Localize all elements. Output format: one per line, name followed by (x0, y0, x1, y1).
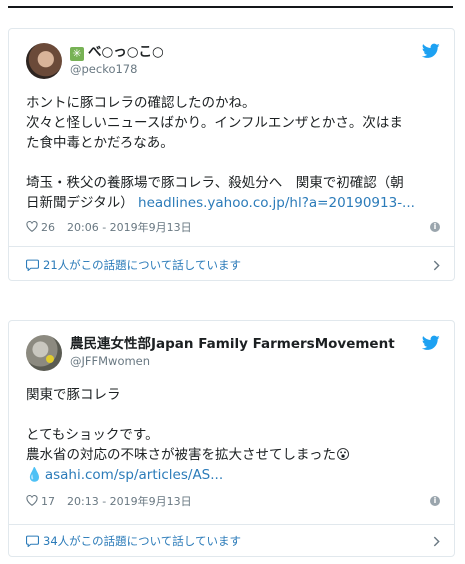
surprised-face-emoji: 😮 (335, 447, 351, 463)
top-rule (8, 6, 453, 8)
avatar[interactable] (26, 335, 62, 371)
author-handle[interactable]: @JFFMwomen (70, 353, 395, 369)
divider (9, 524, 454, 525)
tweet-line-with-emoji: 農水省の対応の不味さが被害を拡大させてしまった😮 (26, 445, 440, 465)
tweet-meta: 17 20:13 - 2019年9月13日 i (26, 494, 440, 510)
author-block[interactable]: 農民連女性部Japan Family FarmersMovement @JFFM… (70, 335, 395, 369)
article-link[interactable]: headlines.yahoo.co.jp/hl?a=20190913-... (138, 195, 415, 211)
avatar[interactable] (26, 43, 62, 79)
like-count[interactable]: 26 (41, 221, 55, 234)
author-name[interactable]: ✳ べ○っ○こ○ (70, 43, 164, 61)
author-name-text: べ○っ○こ○ (88, 44, 164, 60)
speech-bubble-icon (26, 259, 39, 271)
timestamp[interactable]: 20:06 - 2019年9月13日 (67, 221, 192, 234)
conversation-link[interactable]: 34人がこの話題について話しています (26, 532, 440, 550)
twitter-bird-icon[interactable] (422, 43, 440, 59)
heart-icon[interactable] (26, 495, 38, 506)
tweet-header: ✳ べ○っ○こ○ @pecko178 (26, 43, 440, 79)
tweet-line: とてもショックです。 (26, 427, 159, 443)
heart-icon[interactable] (26, 221, 38, 232)
conversation-text: 21人がこの話題について話しています (43, 258, 241, 272)
author-name[interactable]: 農民連女性部Japan Family FarmersMovement (70, 335, 395, 353)
tweet-line: 埼玉・秩父の養豚場で豚コレラ、殺処分へ 関東で初確認（朝 (26, 175, 404, 191)
conversation-text: 34人がこの話題について話しています (43, 534, 241, 548)
divider (9, 246, 454, 247)
tweet-line: た食中毒とかだろなあ。 (26, 135, 174, 151)
tweet-line: ホントに豚コレラの確認したのかね。 (26, 95, 256, 111)
tweet-line: 日新聞デジタル） (26, 195, 134, 211)
droplet-icon: 💧 (26, 467, 43, 483)
tweet-text: 関東で豚コレラ とてもショックです。 農水省の対応の不味さが被害を拡大させてしま… (26, 385, 440, 485)
chevron-right-icon (433, 260, 440, 271)
tweet-line (26, 405, 440, 425)
author-block[interactable]: ✳ べ○っ○こ○ @pecko178 (70, 43, 164, 77)
author-handle[interactable]: @pecko178 (70, 61, 164, 77)
chevron-right-icon (433, 536, 440, 547)
like-count[interactable]: 17 (41, 495, 55, 508)
tweet-line-with-link: 日新聞デジタル） headlines.yahoo.co.jp/hl?a=2019… (26, 193, 440, 213)
conversation-link[interactable]: 21人がこの話題について話しています (26, 256, 440, 274)
tweet-line: 次々と怪しいニュースばかり。インフルエンザとかさ。次はま (26, 115, 403, 131)
tweet-line (26, 153, 440, 173)
info-icon[interactable]: i (430, 222, 440, 232)
tweet-line: 関東で豚コレラ (26, 387, 121, 403)
info-icon[interactable]: i (430, 496, 440, 506)
sparkle-icon: ✳ (70, 47, 84, 61)
timestamp[interactable]: 20:13 - 2019年9月13日 (67, 495, 192, 508)
speech-bubble-icon (26, 535, 39, 547)
tweet-card[interactable]: 農民連女性部Japan Family FarmersMovement @JFFM… (8, 320, 455, 557)
article-link[interactable]: asahi.com/sp/articles/AS... (45, 467, 223, 483)
tweet-line: 農水省の対応の不味さが被害を拡大させてしまった (26, 447, 336, 463)
twitter-bird-icon[interactable] (422, 335, 440, 351)
tweet-meta: 26 20:06 - 2019年9月13日 i (26, 220, 440, 236)
tweet-text: ホントに豚コレラの確認したのかね。 次々と怪しいニュースばかり。インフルエンザと… (26, 93, 440, 213)
tweet-line-with-link: 💧 asahi.com/sp/articles/AS... (26, 465, 440, 485)
tweet-card[interactable]: ✳ べ○っ○こ○ @pecko178 ホントに豚コレラの確認したのかね。 次々と怪… (8, 28, 455, 281)
tweet-header: 農民連女性部Japan Family FarmersMovement @JFFM… (26, 335, 440, 371)
